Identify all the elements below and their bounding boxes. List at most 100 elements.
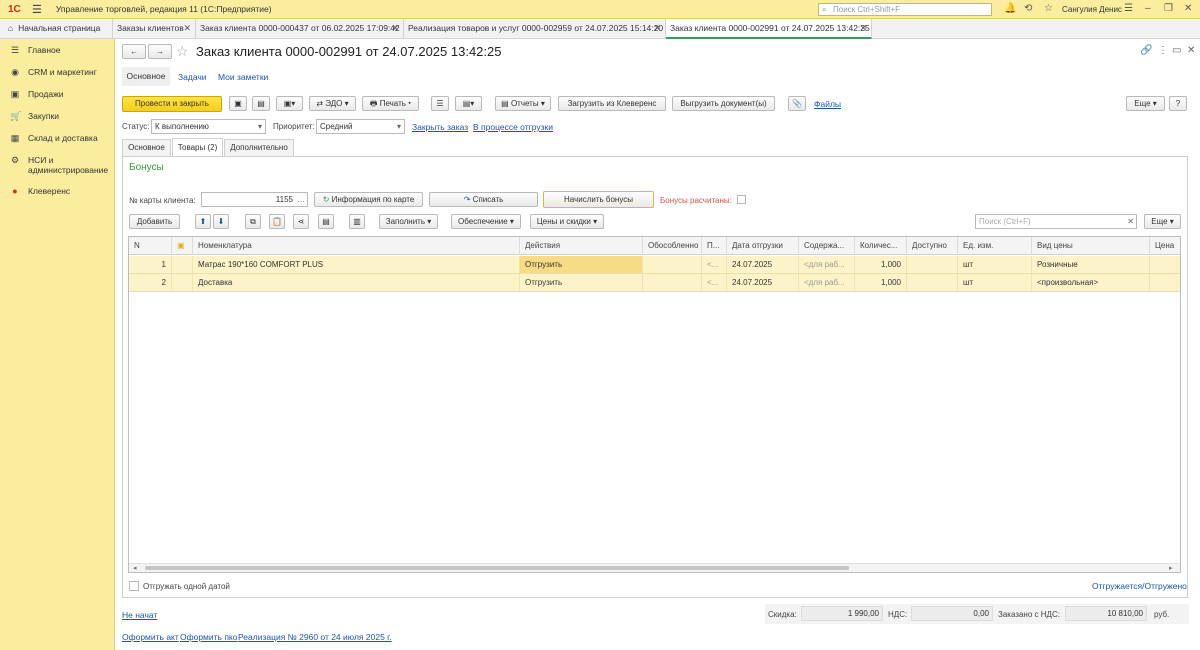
save-icon[interactable]: ▣ [229, 96, 247, 111]
sidebar-item-purchases[interactable]: 🛒 Закупки [0, 111, 115, 122]
tab-additional[interactable]: Дополнительно [224, 139, 294, 156]
col-header-price[interactable]: Цена [1150, 237, 1180, 255]
table-row[interactable]: 2 Доставка Отгрузить <... 24.07.2025 <дл… [129, 274, 1180, 292]
cell-qty[interactable]: 1,000 [855, 256, 907, 273]
close-form-icon[interactable]: ✕ [1187, 45, 1195, 56]
copy-icon[interactable]: ⧉ [245, 214, 261, 229]
restore-icon[interactable]: ❐ [1164, 3, 1173, 14]
history-icon[interactable]: ⟲ [1024, 3, 1032, 14]
structure-icon[interactable]: ▤▾ [455, 96, 482, 111]
fill-button[interactable]: Заполнить ▾ [379, 214, 438, 229]
accrue-bonuses-button[interactable]: Начислить бонусы [543, 191, 654, 208]
not-started-link[interactable]: Не начат [122, 610, 157, 620]
priority-select[interactable]: Средний ▾ [316, 119, 405, 134]
cell-unit[interactable]: шт [958, 256, 1032, 273]
edo-button[interactable]: ⇄ ЭДО ▾ [309, 96, 356, 111]
col-header-separate[interactable]: Обособленно [643, 237, 702, 255]
sidebar-item-admin[interactable]: ⚙ НСИ и администрирование [0, 155, 115, 175]
card-info-button[interactable]: ↻ Информация по карте [314, 192, 423, 207]
print-button[interactable]: 🖶 Печать ▾ [362, 96, 419, 111]
files-link[interactable]: Файлы [814, 99, 841, 109]
scroll-right-icon[interactable]: ▸ [1169, 564, 1173, 572]
bonuses-calculated-checkbox[interactable] [737, 195, 746, 204]
pick-icon[interactable]: ▤ [318, 214, 334, 229]
user-name[interactable]: Сангулия Денис [1062, 5, 1122, 14]
barcode-icon[interactable]: ▥ [349, 214, 365, 229]
move-up-icon[interactable]: ⬆ [195, 214, 211, 229]
cell-item[interactable]: Матрас 190*160 COMFORT PLUS [193, 256, 520, 273]
tab-client-orders[interactable]: Заказы клиентов ✕ [113, 19, 196, 39]
sidebar-item-warehouse[interactable]: ▦ Склад и доставка [0, 133, 115, 144]
col-header-n[interactable]: N [129, 237, 172, 255]
cell-unit[interactable]: шт [958, 274, 1032, 291]
move-down-icon[interactable]: ⬇ [213, 214, 229, 229]
cell-p[interactable]: <... [702, 256, 727, 273]
cell-qty[interactable]: 1,000 [855, 274, 907, 291]
tab-order-2991[interactable]: Заказ клиента 0000-002991 от 24.07.2025 … [666, 19, 872, 39]
cell-price-type[interactable]: <произвольная> [1032, 274, 1150, 291]
paste-icon[interactable]: 📋 [269, 214, 285, 229]
cell-item[interactable]: Доставка [193, 274, 520, 291]
help-button[interactable]: ? [1169, 96, 1187, 111]
close-tab-icon[interactable]: ✕ [859, 19, 867, 37]
global-search-input[interactable]: ⌕ Поиск Ctrl+Shift+F [818, 3, 992, 16]
table-more-button[interactable]: Еще ▾ [1144, 214, 1181, 229]
cell-separate[interactable] [643, 256, 702, 273]
settings-menu-icon[interactable]: ☰ [1124, 3, 1133, 14]
tab-goods[interactable]: Товары (2) [172, 138, 223, 157]
journal-icon[interactable]: ☰ [431, 96, 449, 111]
more-options-icon[interactable]: ⋮ [1158, 45, 1168, 56]
col-header-item[interactable]: Номенклатура [193, 237, 520, 255]
add-row-button[interactable]: Добавить [129, 214, 180, 229]
more-button[interactable]: Еще ▾ [1126, 96, 1165, 111]
forward-button[interactable]: → [148, 44, 172, 59]
card-number-field[interactable]: 1155 … [201, 192, 308, 207]
cell-content[interactable]: <для раб... [799, 274, 855, 291]
goods-table[interactable]: N ▣ Номенклатура Действия Обособленно П.… [128, 236, 1181, 573]
realization-link[interactable]: Реализация № 2960 от 24 июля 2025 г. [238, 632, 392, 642]
ship-one-date-checkbox[interactable] [129, 581, 139, 591]
subtab-tasks[interactable]: Задачи [178, 72, 207, 82]
cell-separate[interactable] [643, 274, 702, 291]
subtab-notes[interactable]: Мои заметки [218, 72, 268, 82]
create-based-on-icon[interactable]: ▣▾ [276, 96, 303, 111]
tab-home[interactable]: ⌂ Начальная страница [0, 19, 113, 39]
col-header-ship-date[interactable]: Дата отгрузки [727, 237, 799, 255]
cell-price-type[interactable]: Розничные [1032, 256, 1150, 273]
col-header-flag-icon[interactable]: ▣ [172, 237, 193, 255]
cell-action[interactable]: Отгрузить [520, 274, 643, 291]
sidebar-item-cleverence[interactable]: ● Клеверенс [0, 186, 115, 196]
status-select[interactable]: К выполнению ▾ [151, 119, 266, 134]
tab-realization-2959[interactable]: Реализация товаров и услуг 0000-002959 о… [404, 19, 666, 39]
cell-content[interactable]: <для раб... [799, 256, 855, 273]
select-ellipsis-icon[interactable]: … [297, 193, 305, 206]
col-header-content[interactable]: Содержа... [799, 237, 855, 255]
provision-button[interactable]: Обеспечение ▾ [451, 214, 521, 229]
favorites-icon[interactable]: ☆ [1044, 3, 1053, 14]
cell-ship-date[interactable]: 24.07.2025 [727, 256, 799, 273]
col-header-available[interactable]: Доступно [907, 237, 958, 255]
scrollbar-thumb[interactable] [145, 566, 849, 570]
write-off-button[interactable]: ↷ Списать [429, 192, 538, 207]
table-search-input[interactable]: Поиск (Ctrl+F) ✕ [975, 214, 1137, 229]
minimize-icon[interactable]: – [1145, 3, 1151, 14]
create-pko-link[interactable]: Оформить пко [180, 632, 237, 642]
col-header-qty[interactable]: Количес... [855, 237, 907, 255]
close-tab-icon[interactable]: ✕ [183, 19, 191, 38]
cell-p[interactable]: <... [702, 274, 727, 291]
cell-ship-date[interactable]: 24.07.2025 [727, 274, 799, 291]
back-button[interactable]: ← [122, 44, 146, 59]
link-icon[interactable]: 🔗 [1140, 45, 1152, 56]
subtab-main[interactable]: Основное [122, 67, 170, 86]
col-header-p[interactable]: П... [702, 237, 727, 255]
sidebar-item-crm[interactable]: ◉ CRM и маркетинг [0, 67, 115, 78]
col-header-price-type[interactable]: Вид цены [1032, 237, 1150, 255]
bell-icon[interactable]: 🔔 [1004, 3, 1016, 14]
close-order-link[interactable]: Закрыть заказ [412, 122, 468, 132]
tab-order-437[interactable]: Заказ клиента 0000-000437 от 06.02.2025 … [196, 19, 404, 39]
clear-search-icon[interactable]: ✕ [1127, 215, 1134, 228]
close-tab-icon[interactable]: ✕ [653, 19, 661, 38]
main-menu-icon[interactable]: ☰ [32, 3, 42, 16]
load-cleverence-button[interactable]: Загрузить из Клеверенс [558, 96, 666, 111]
scroll-left-icon[interactable]: ◂ [133, 564, 137, 572]
